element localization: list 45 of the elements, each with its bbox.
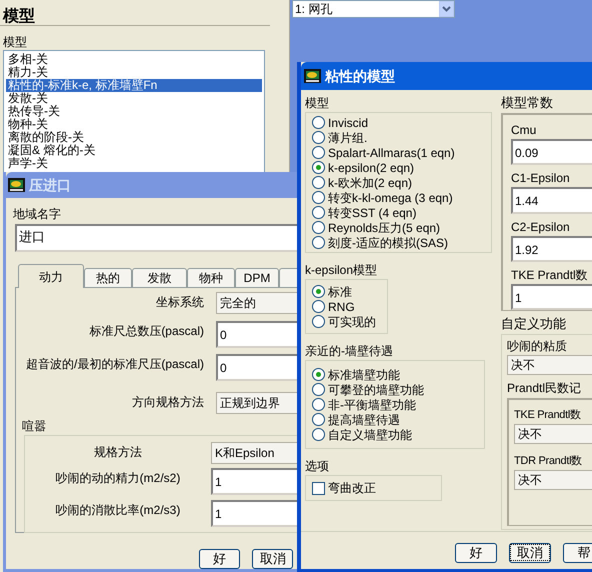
radio-label: 自定义墙壁功能: [328, 428, 412, 442]
field-label: 方向规格方法: [131, 394, 205, 409]
radio-label: 转变SST (4 eqn): [328, 206, 416, 220]
field-label: 坐标系统: [155, 294, 205, 309]
radio-label: Spalart-Allmaras(1 eqn): [328, 146, 455, 160]
field-label: C2-Epsilon: [511, 220, 571, 234]
field-label: 吵闹的粘质: [507, 339, 568, 353]
field-label: TKE Prandtl数: [514, 408, 582, 422]
checkbox-label: 弯曲改正: [328, 481, 376, 495]
group-label: k-epsilon模型: [305, 263, 378, 277]
group-label: 喧嚣: [22, 419, 47, 433]
group-label: 选项: [305, 459, 330, 473]
field-label: 规格方法: [93, 444, 143, 459]
field-label: TKE Prandtl数: [511, 268, 589, 282]
group-label: Prandtl民数记: [507, 381, 582, 395]
radio-label: k-欧米加(2 eqn): [328, 176, 412, 190]
radio-label: k-epsilon(2 eqn): [328, 160, 414, 174]
radio-label: 标准: [328, 284, 352, 298]
radio-label: 提高墙壁待遇: [328, 412, 400, 426]
radio-label: Reynolds压力(5 eqn): [328, 220, 440, 234]
radio-label: 非-平衡墙壁功能: [328, 398, 416, 412]
field-label: C1-Epsilon: [511, 171, 571, 186]
list-label: 模型: [3, 35, 27, 49]
field-label: TDR Prandtl数: [514, 454, 583, 468]
radio-label: 刻度-适应的模拟(SAS): [328, 236, 448, 250]
field-label: 吵闹的消散比率(m2/s3): [54, 502, 182, 517]
window-title: 粘性的模型: [325, 68, 395, 84]
radio-label: RNG: [328, 300, 355, 314]
field-label: Cmu: [511, 123, 538, 137]
field-label: 吵闹的动的精力(m2/s2): [54, 470, 182, 485]
group-label: 自定义功能: [501, 317, 567, 331]
radio-label: 薄片组.: [328, 130, 368, 144]
field-label: 标准尺总数压(pascal): [88, 323, 205, 338]
field-label: 地域名字: [13, 207, 62, 221]
field-label: 超音波的/最初的标准尺压(pascal): [24, 356, 205, 371]
radio-label: 转变k-kl-omega (3 eqn): [328, 190, 453, 204]
radio-label: Inviscid: [328, 116, 368, 130]
group-label: 亲近的-墙壁待遇: [305, 344, 394, 358]
panel-heading: 模型: [3, 8, 35, 26]
window-title: 压进口: [29, 177, 71, 193]
radio-label: 可攀登的墙壁功能: [328, 382, 424, 396]
group-label: 模型: [305, 96, 330, 110]
radio-label: 标准墙壁功能: [328, 368, 400, 382]
group-label: 模型常数: [501, 96, 554, 110]
radio-label: 可实现的: [328, 314, 376, 328]
